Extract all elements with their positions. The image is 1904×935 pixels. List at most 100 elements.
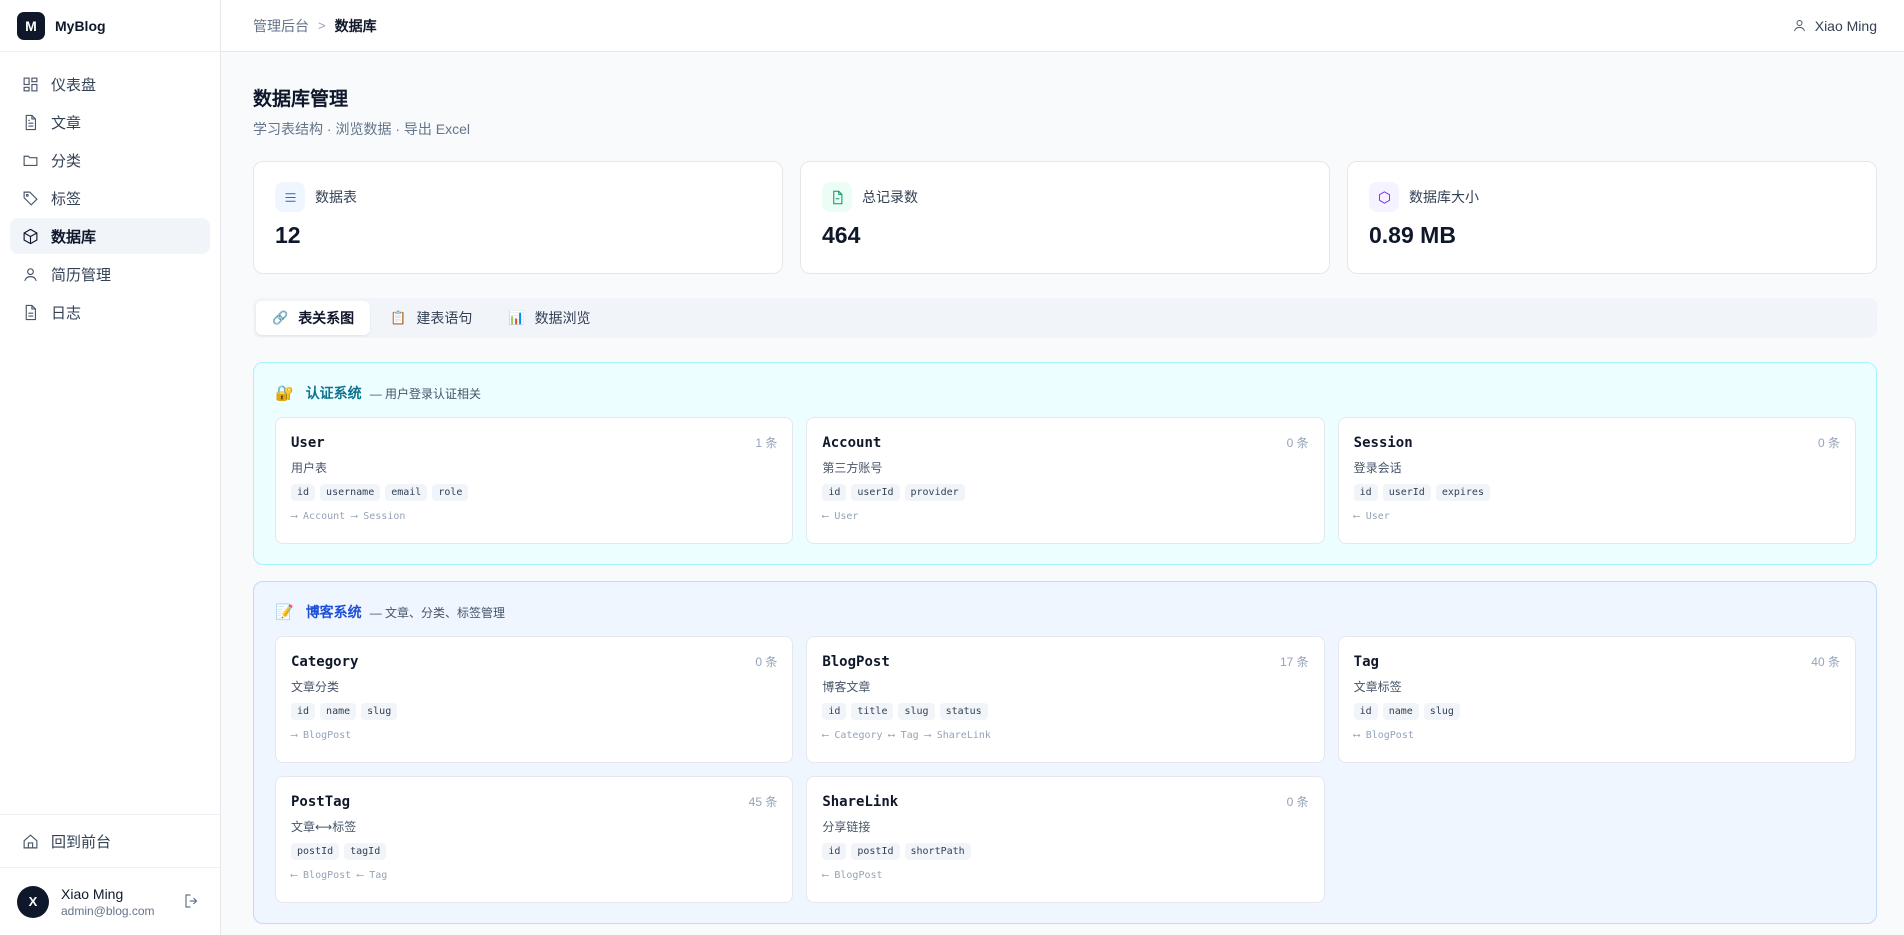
sidebar-item-database[interactable]: 数据库 (10, 218, 210, 254)
table-count: 45 条 (748, 795, 778, 809)
field-chip: name (320, 703, 357, 720)
sidebar-item-label: 仪表盘 (51, 76, 97, 94)
tab-ddl[interactable]: 📋 建表语句 (374, 301, 488, 335)
sidebar-item-dashboard[interactable]: 仪表盘 (10, 66, 210, 102)
tag-icon (23, 191, 38, 206)
dashboard-icon (23, 77, 38, 91)
user-icon (1793, 20, 1805, 32)
sidebar-item-label: 日志 (51, 304, 82, 322)
sidebar-item-label: 数据库 (51, 228, 97, 246)
field-chip: title (851, 703, 894, 720)
back-to-front-link[interactable]: 回到前台 (10, 823, 210, 859)
sidebar-item-categories[interactable]: 分类 (10, 142, 210, 178)
stat-label: 总记录数 (862, 189, 918, 205)
brand[interactable]: M MyBlog (0, 0, 220, 52)
table-count: 0 条 (1286, 795, 1309, 809)
table-card-category[interactable]: Category 0 条 文章分类 id name slug ⟶ BlogPost (275, 636, 794, 763)
table-card-user[interactable]: User 1 条 用户表 id username email role ⟶ Acc… (275, 417, 794, 544)
clipboard-icon: 📋 (390, 310, 407, 325)
table-card-blogpost[interactable]: BlogPost 17 条 博客文章 id title slug status ⟵… (806, 636, 1325, 763)
table-name: User (291, 435, 325, 451)
page-content: 数据库管理 学习表结构 · 浏览数据 · 导出 Excel 数据表 12 总记录… (221, 52, 1904, 924)
table-card-account[interactable]: Account 0 条 第三方账号 id userId provider ⟵ Us… (806, 417, 1325, 544)
field-list: id name slug (291, 703, 777, 720)
top-user-name: Xiao Ming (1814, 17, 1877, 34)
field-chip: id (822, 484, 847, 501)
breadcrumb-admin[interactable]: 管理后台 (253, 16, 309, 36)
breadcrumb: 管理后台 > 数据库 (253, 16, 377, 36)
table-card-tag[interactable]: Tag 40 条 文章标签 id name slug ⟷ BlogPost (1337, 636, 1856, 763)
table-relations: ⟵ BlogPost (822, 870, 883, 881)
tab-label: 表关系图 (298, 310, 355, 326)
stat-label: 数据库大小 (1409, 189, 1479, 205)
breadcrumb-current: 数据库 (334, 17, 377, 34)
sidebar-item-label: 简历管理 (51, 266, 112, 284)
box-icon (23, 228, 38, 244)
memo-icon: 📝 (275, 604, 294, 621)
field-chip: id (291, 484, 316, 501)
stat-value: 0.89 MB (1369, 222, 1456, 248)
sidebar-item-posts[interactable]: 文章 (10, 104, 210, 140)
table-count: 0 条 (755, 655, 778, 669)
tab-browse[interactable]: 📊 数据浏览 (492, 301, 606, 335)
group-description: — 文章、分类、标签管理 (369, 605, 506, 620)
field-chip: id (291, 703, 316, 720)
table-relations: ⟵ BlogPost ⟵ Tag (291, 870, 388, 881)
tab-relations[interactable]: 🔗 表关系图 (256, 301, 371, 335)
home-icon (23, 833, 38, 848)
sidebar-nav: 仪表盘 文章 分类 标签 数据库 简历管理 日志 (0, 52, 220, 814)
group-name: 博客系统 (305, 604, 362, 620)
sidebar-item-resume[interactable]: 简历管理 (10, 256, 210, 292)
sidebar-item-logs[interactable]: 日志 (10, 294, 210, 330)
table-description: 文章分类 (291, 680, 340, 694)
file-icon (832, 190, 842, 204)
table-relations: ⟶ Account ⟶ Session (291, 511, 406, 522)
sidebar-item-label: 分类 (51, 152, 82, 170)
field-chip: id (822, 703, 847, 720)
table-name: BlogPost (822, 654, 890, 670)
field-list: postId tagId (291, 843, 777, 860)
brand-logo: M (17, 11, 45, 40)
table-name: Account (822, 435, 882, 451)
field-chip: id (1353, 703, 1378, 720)
table-description: 博客文章 (822, 680, 871, 694)
bar-chart-icon: 📊 (508, 310, 525, 325)
brand-name: MyBlog (55, 17, 106, 34)
user-icon (24, 267, 37, 281)
table-cards: Category 0 条 文章分类 id name slug ⟶ BlogPost… (275, 636, 1856, 903)
field-list: id userId provider (822, 484, 1308, 501)
field-chip: id (1353, 484, 1378, 501)
field-list: id name slug (1353, 703, 1840, 720)
logout-button[interactable] (183, 892, 203, 912)
field-chip: tagId (344, 843, 387, 860)
table-description: 分享链接 (822, 820, 871, 834)
table-name: PostTag (291, 794, 351, 810)
sidebar-footer: 回到前台 X Xiao Ming admin@blog.com (0, 814, 220, 935)
breadcrumb-separator: > (318, 18, 326, 33)
table-relations: ⟷ BlogPost (1353, 730, 1414, 741)
tab-label: 数据浏览 (534, 310, 591, 326)
tab-label: 建表语句 (416, 310, 473, 326)
field-chip: shortPath (904, 843, 971, 860)
list-icon (285, 192, 295, 202)
stat-value: 464 (822, 222, 861, 248)
group-auth: 🔐 认证系统 — 用户登录认证相关 User 1 条 用户表 id usernam… (253, 362, 1877, 565)
table-description: 第三方账号 (822, 461, 883, 475)
link-icon: 🔗 (272, 310, 289, 325)
table-relations: ⟵ User (1353, 511, 1390, 522)
table-relations: ⟵ User (822, 511, 859, 522)
field-list: id username email role (291, 484, 777, 501)
field-chip: status (939, 703, 988, 720)
sidebar-item-tags[interactable]: 标签 (10, 180, 210, 216)
back-to-front-label: 回到前台 (51, 833, 112, 851)
group-name: 认证系统 (305, 385, 362, 401)
user-name: Xiao Ming (61, 885, 124, 902)
table-card-session[interactable]: Session 0 条 登录会话 id userId expires ⟵ User (1337, 417, 1856, 544)
table-count: 0 条 (1817, 436, 1840, 450)
top-user-menu[interactable]: Xiao Ming (1792, 18, 1877, 34)
field-chip: slug (1423, 703, 1460, 720)
table-card-sharelink[interactable]: ShareLink 0 条 分享链接 id postId shortPath ⟵ … (806, 776, 1325, 903)
field-chip: provider (904, 484, 965, 501)
table-card-posttag[interactable]: PostTag 45 条 文章⟷标签 postId tagId ⟵ BlogPos… (275, 776, 794, 903)
table-name: ShareLink (822, 794, 899, 810)
